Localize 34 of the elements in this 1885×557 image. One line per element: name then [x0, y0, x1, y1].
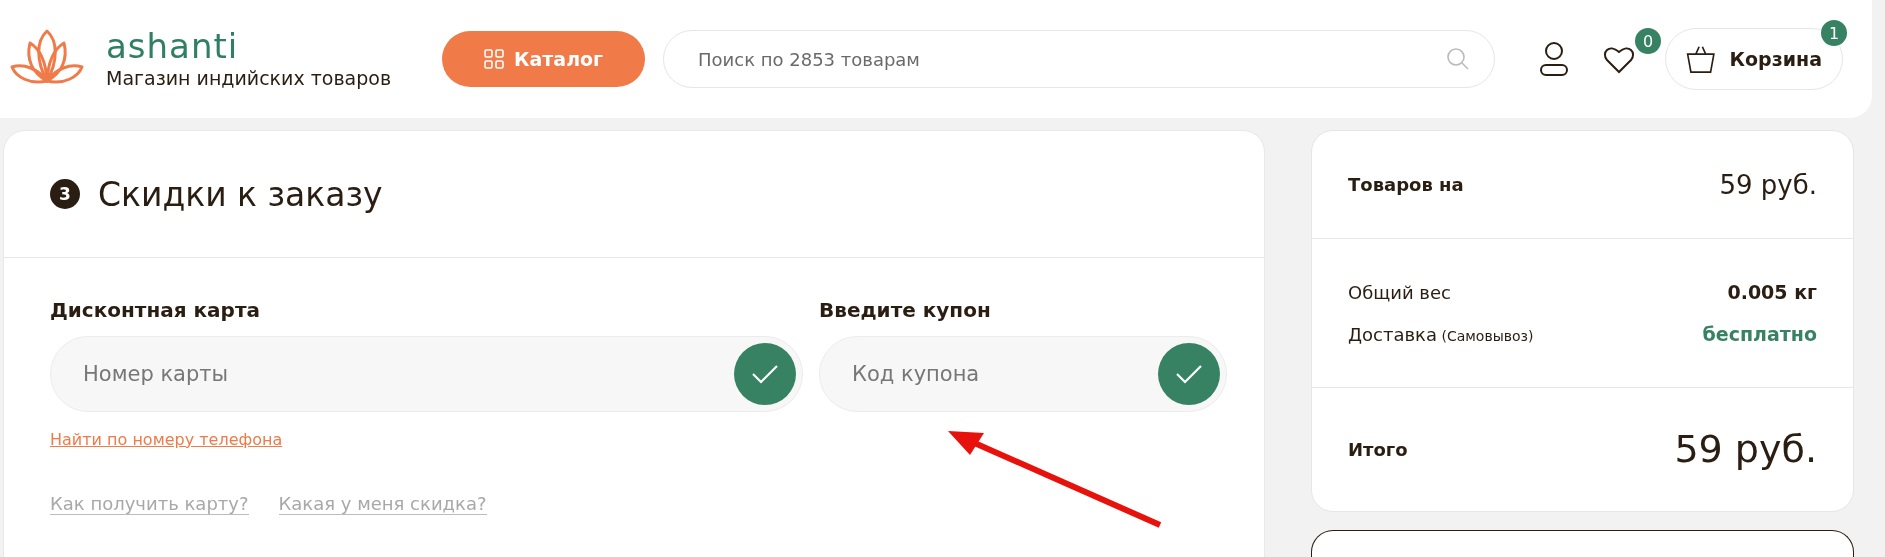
- help-link[interactable]: Какая у меня скидка?: [278, 493, 487, 515]
- summary-label: Доставка (Самовывоз): [1348, 323, 1534, 345]
- cart-count: 1: [1821, 20, 1847, 46]
- text-input[interactable]: Код купона: [850, 361, 1158, 387]
- subtotal-value: 59 руб.: [1719, 169, 1817, 200]
- apply-button[interactable]: [1158, 343, 1220, 405]
- heart-icon: [1603, 44, 1635, 74]
- check-icon: [751, 363, 779, 385]
- total-value: 59 руб.: [1674, 427, 1817, 472]
- subtotal-label: Товаров на: [1348, 174, 1464, 196]
- brand-tagline: Магазин индийских товаров: [106, 67, 392, 89]
- account-button[interactable]: [1539, 41, 1569, 77]
- section-title: Скидки к заказу: [98, 174, 383, 214]
- summary-value: 0.005 кг: [1727, 281, 1817, 304]
- favorites-button[interactable]: [1603, 44, 1635, 74]
- grid-icon: [483, 49, 504, 69]
- apply-button[interactable]: [734, 343, 796, 405]
- check-icon: [1175, 363, 1203, 385]
- field-label: Введите купон: [819, 298, 992, 322]
- text-input[interactable]: Номер карты: [81, 361, 734, 387]
- catalog-button[interactable]: Каталог: [442, 31, 645, 87]
- user-icon: [1539, 41, 1569, 77]
- favorites-count: 0: [1635, 28, 1661, 54]
- step-number: 3: [50, 179, 80, 209]
- brand-name[interactable]: ashanti: [106, 29, 392, 63]
- input-field[interactable]: Код купона: [819, 336, 1227, 412]
- phone-search-link[interactable]: Найти по номеру телефона: [50, 430, 283, 449]
- field-label: Дисконтная карта: [50, 298, 261, 322]
- search-input[interactable]: Поиск по 2853 товарам: [696, 47, 1446, 71]
- summary-label: Общий вес: [1348, 281, 1451, 303]
- input-field[interactable]: Номер карты: [50, 336, 803, 412]
- summary-value: бесплатно: [1702, 323, 1817, 346]
- help-link[interactable]: Как получить карту?: [50, 493, 249, 515]
- total-label: Итого: [1348, 438, 1408, 460]
